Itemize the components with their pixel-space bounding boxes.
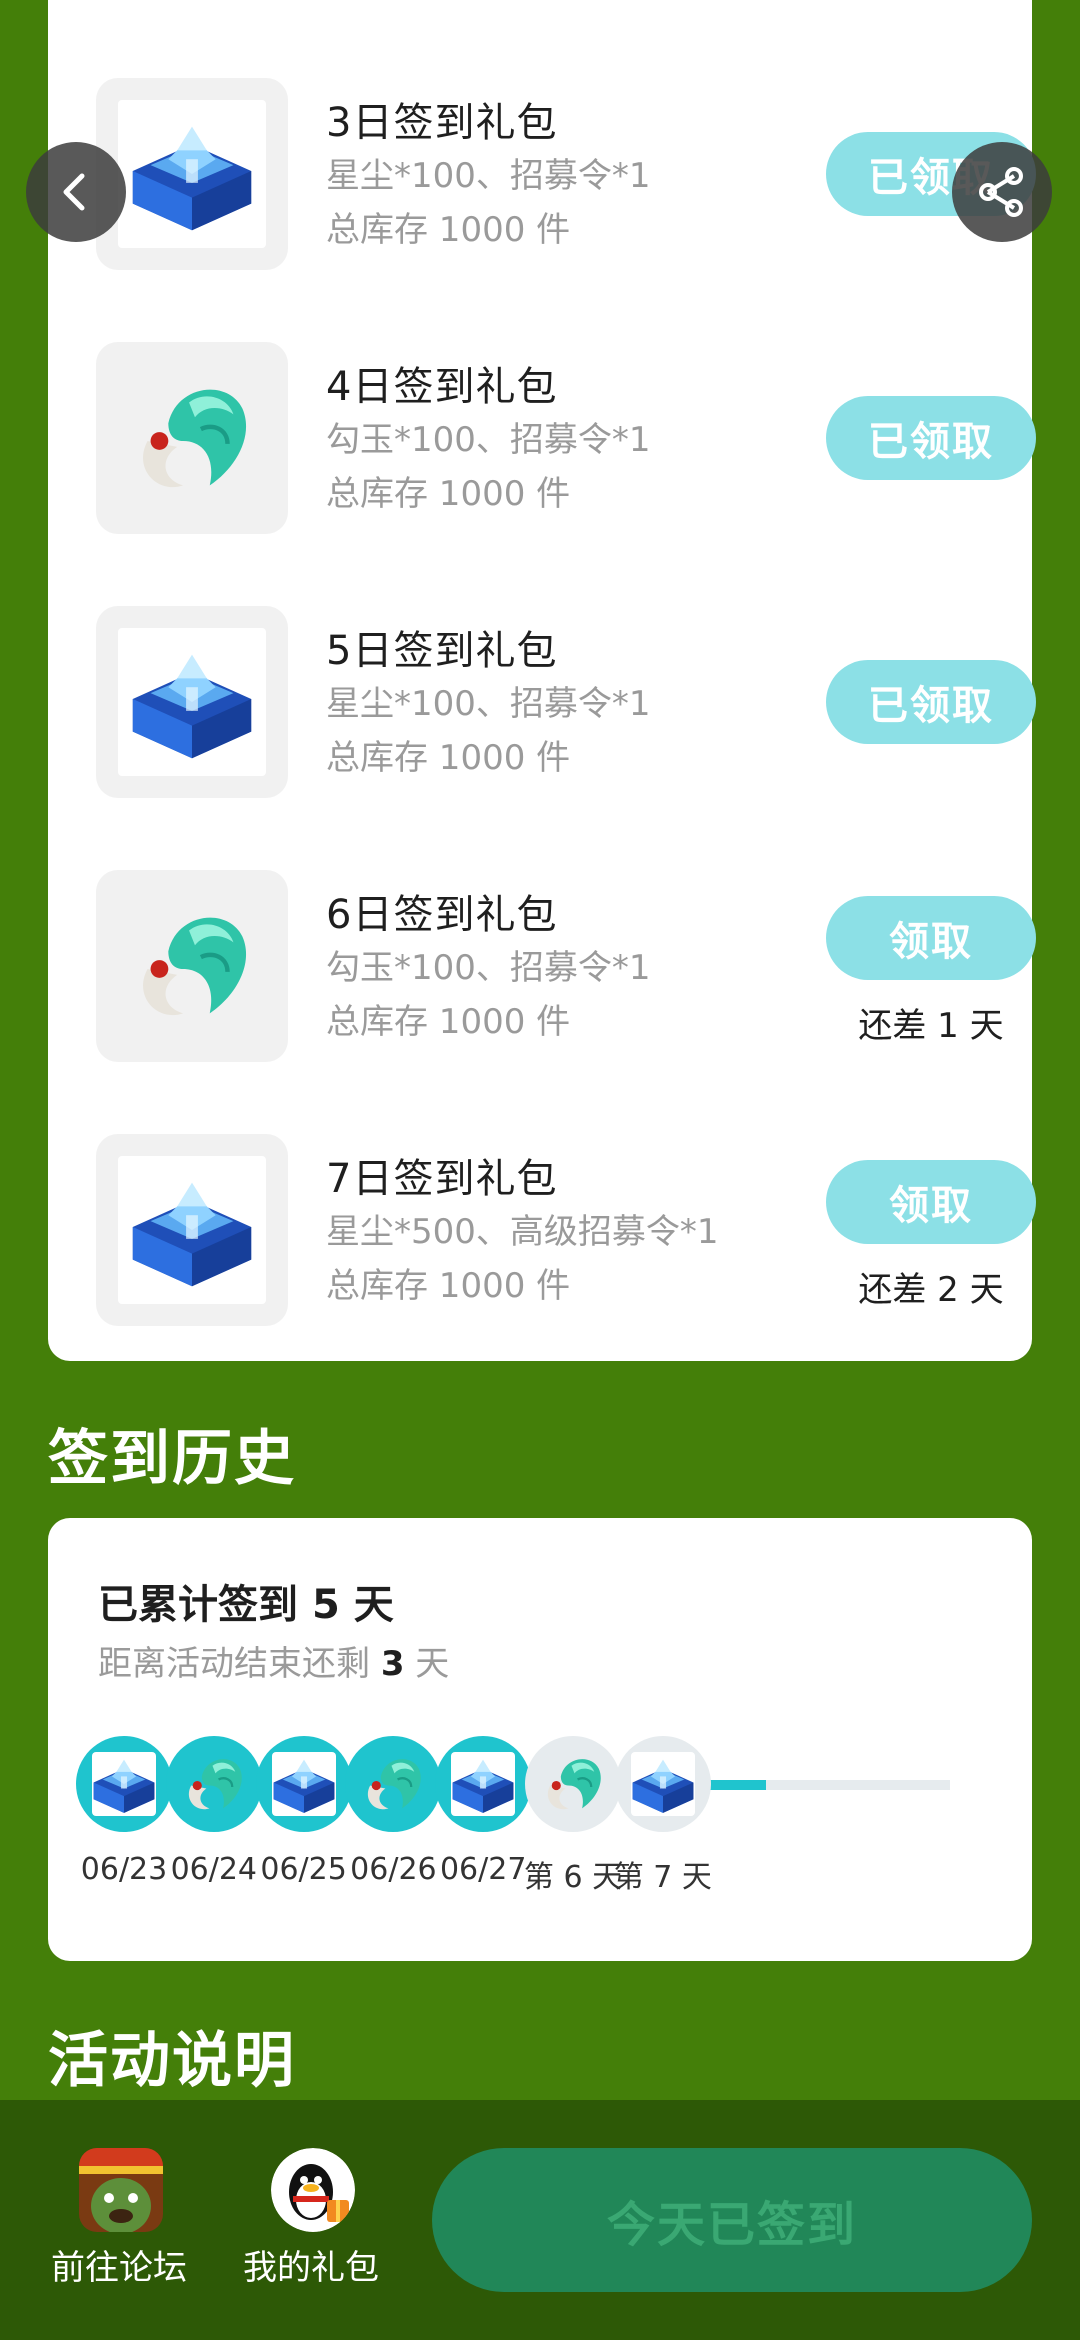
magatama-icon [96, 870, 288, 1062]
my-gifts-link[interactable]: 我的礼包 [236, 2148, 386, 2298]
gift-row: 5日签到礼包 星尘*100、招募令*1 总库存 1000 件 已领取 [96, 606, 1036, 798]
gift-title: 6日签到礼包 [326, 892, 558, 938]
claimed-button[interactable]: 已领取 [826, 660, 1036, 744]
gift-content: 星尘*500、高级招募令*1 [326, 1212, 719, 1252]
gift-title: 3日签到礼包 [326, 100, 558, 146]
gift-row: 4日签到礼包 勾玉*100、招募令*1 总库存 1000 件 已领取 [96, 342, 1036, 534]
claim-button[interactable]: 领取 [826, 1160, 1036, 1244]
timeline-pending [766, 1780, 950, 1790]
back-button[interactable] [26, 142, 126, 242]
qq-penguin-icon [271, 2148, 355, 2232]
history-card: 已累计签到 5 天 距离活动结束还剩 3 天 06/23 06/24 06/25 06… [48, 1518, 1032, 1961]
gift-stock: 总库存 1000 件 [326, 210, 571, 250]
game-avatar-icon [79, 2148, 163, 2232]
timeline-day-node [345, 1736, 442, 1832]
timeline-day-node [525, 1736, 621, 1832]
forum-label: 前往论坛 [51, 2248, 187, 2288]
history-section-title: 签到历史 [48, 1424, 296, 1494]
timeline-day-node [165, 1736, 262, 1832]
gift-stock: 总库存 1000 件 [326, 1002, 571, 1042]
remaining-days: 3 [380, 1644, 405, 1684]
star-dust-chest-icon [96, 606, 288, 798]
star-dust-chest-icon [96, 78, 288, 270]
gift-row: 3日签到礼包 星尘*100、招募令*1 总库存 1000 件 已领取 [96, 78, 1036, 270]
share-button[interactable] [952, 142, 1052, 242]
my-gifts-label: 我的礼包 [243, 2248, 379, 2288]
total-checkin-text: 已累计签到 5 天 [98, 1572, 394, 1630]
days-remaining-label: 还差 1 天 [858, 1006, 1004, 1046]
gift-content: 星尘*100、招募令*1 [326, 684, 651, 724]
timeline-day-node [435, 1736, 532, 1832]
gift-row: 6日签到礼包 勾玉*100、招募令*1 总库存 1000 件 领取 还差 1 天 [96, 870, 1036, 1062]
forum-link[interactable]: 前往论坛 [44, 2148, 194, 2298]
timeline-day-node [76, 1736, 172, 1832]
checkin-button[interactable]: 今天已签到 [432, 2148, 1032, 2292]
gift-title: 5日签到礼包 [326, 628, 558, 674]
gift-content: 星尘*100、招募令*1 [326, 156, 651, 196]
gift-title: 4日签到礼包 [326, 364, 558, 410]
gift-stock: 总库存 1000 件 [326, 1266, 571, 1306]
gift-content: 勾玉*100、招募令*1 [326, 420, 651, 460]
rules-section-title: 活动说明 [48, 2026, 296, 2096]
timeline-day-node [255, 1736, 352, 1832]
gift-content: 勾玉*100、招募令*1 [326, 948, 651, 988]
gift-row: 7日签到礼包 星尘*500、高级招募令*1 总库存 1000 件 领取 还差 2… [96, 1134, 1036, 1326]
share-icon [979, 167, 1023, 217]
remaining-suffix: 天 [404, 1644, 450, 1684]
timeline-day-node [614, 1736, 711, 1832]
total-prefix: 已累计签到 [98, 1582, 312, 1628]
claim-button[interactable]: 领取 [826, 896, 1036, 980]
timeline-day-label: 第 7 天 [613, 1860, 712, 1895]
gift-stock: 总库存 1000 件 [326, 738, 571, 778]
magatama-icon [96, 342, 288, 534]
gift-title: 7日签到礼包 [326, 1156, 558, 1202]
days-remaining-label: 还差 2 天 [858, 1270, 1004, 1310]
activity-remaining-text: 距离活动结束还剩 3 天 [98, 1636, 449, 1685]
gift-stock: 总库存 1000 件 [326, 474, 571, 514]
gift-list-card: 3日签到礼包 星尘*100、招募令*1 总库存 1000 件 已领取 4日签到礼… [48, 0, 1036, 1361]
remaining-prefix: 距离活动结束还剩 [98, 1644, 381, 1684]
claimed-button[interactable]: 已领取 [826, 396, 1036, 480]
chevron-left-icon [63, 173, 85, 211]
star-dust-chest-icon [96, 1134, 288, 1326]
total-suffix: 天 [339, 1582, 394, 1628]
total-days: 5 [311, 1582, 340, 1628]
